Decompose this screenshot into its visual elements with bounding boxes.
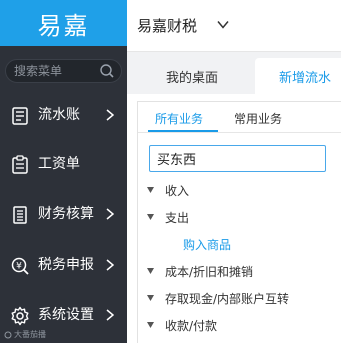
sidebar-item-label: 系统设置 <box>38 307 94 323</box>
subtab-bar: 所有业务 常用业务 <box>138 102 341 133</box>
tab-bar: 我的桌面 新增流水 <box>127 52 341 94</box>
svg-text:¥: ¥ <box>16 262 22 272</box>
app-logo: 易嘉 <box>0 0 127 46</box>
watermark-text: 大番茄播 <box>14 330 46 339</box>
sidebar: 易嘉 流水账 工资单 <box>0 0 127 343</box>
tab-new-entry[interactable]: 新增流水 <box>255 58 341 94</box>
top-header: 易嘉财税 <box>127 0 341 52</box>
tree-node-cash-transfer[interactable]: 存取现金/内部账户互转 <box>138 287 341 309</box>
sidebar-item-payslip[interactable]: 工资单 <box>0 144 127 184</box>
payslip-icon <box>12 155 28 174</box>
watermark-icon <box>4 331 12 338</box>
ledger-icon <box>12 107 28 125</box>
menu-search-input[interactable] <box>14 63 98 79</box>
sidebar-item-label: 财务核算 <box>38 206 94 222</box>
tree-node-income[interactable]: 收入 <box>138 179 341 201</box>
caret-down-icon[interactable] <box>147 295 154 301</box>
chevron-right-icon <box>106 259 114 271</box>
sidebar-item-label: 流水账 <box>38 107 80 123</box>
business-picker-panel: 所有业务 常用业务 收入 支出 购入商品 成本/折旧和摊销 存取现金/内部账户互… <box>137 101 341 343</box>
search-icon[interactable] <box>99 63 115 79</box>
subtab-all-business[interactable]: 所有业务 <box>155 110 203 127</box>
gear-icon <box>11 306 29 326</box>
caret-down-icon[interactable] <box>147 187 154 193</box>
caret-down-icon[interactable] <box>147 322 154 328</box>
menu-search-box[interactable] <box>5 59 122 83</box>
sidebar-item-accounting[interactable]: 财务核算 <box>0 194 127 234</box>
accounting-book-icon <box>13 206 27 224</box>
chevron-right-icon <box>106 309 114 321</box>
sidebar-item-ledger[interactable]: 流水账 <box>0 95 127 135</box>
tree-node-label[interactable]: 购入商品 <box>183 236 231 253</box>
tree-node-label: 支出 <box>165 211 190 225</box>
chevron-right-icon <box>106 208 114 220</box>
business-filter-input[interactable] <box>149 145 326 172</box>
tree-node-label: 成本/折旧和摊销 <box>165 265 254 279</box>
tree-node-label: 存取现金/内部账户互转 <box>165 292 290 306</box>
caret-down-icon[interactable] <box>147 214 154 220</box>
sidebar-item-tax[interactable]: ¥ 税务申报 <box>0 245 127 285</box>
company-selector-label[interactable]: 易嘉财税 <box>137 15 197 36</box>
tree-node-label: 收入 <box>165 184 190 198</box>
tree-node-expense[interactable]: 支出 <box>138 206 341 228</box>
sidebar-item-label: 工资单 <box>38 156 80 172</box>
tax-declare-icon: ¥ <box>11 257 29 275</box>
chevron-down-icon[interactable] <box>217 20 229 29</box>
caret-down-icon[interactable] <box>147 268 154 274</box>
watermark: 大番茄播 <box>4 329 46 340</box>
chevron-right-icon <box>106 109 114 121</box>
tree-node-cost-depreciation[interactable]: 成本/折旧和摊销 <box>138 260 341 282</box>
sidebar-item-label: 税务申报 <box>38 257 94 273</box>
tab-my-desktop[interactable]: 我的桌面 <box>137 58 247 94</box>
tree-node-receipts-payments[interactable]: 收款/付款 <box>138 314 341 336</box>
tree-node-purchase-goods[interactable]: 购入商品 <box>138 233 341 255</box>
subtab-common-business[interactable]: 常用业务 <box>234 110 282 127</box>
tree-node-label: 收款/付款 <box>165 319 218 333</box>
active-subtab-indicator <box>148 130 218 132</box>
